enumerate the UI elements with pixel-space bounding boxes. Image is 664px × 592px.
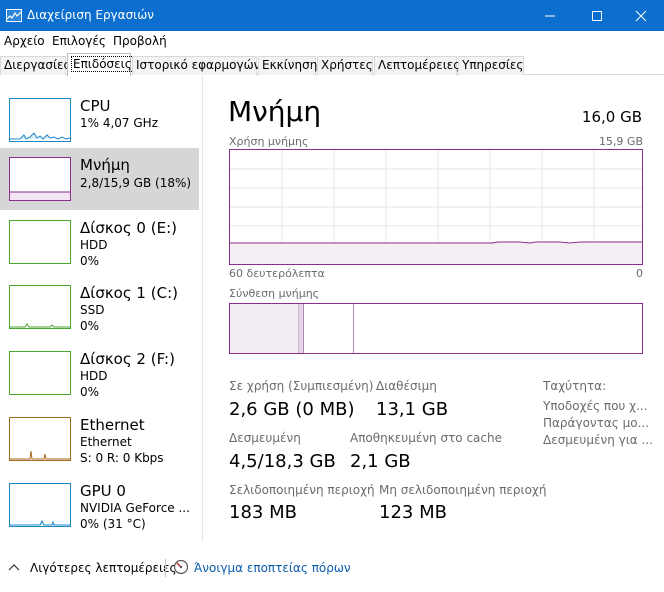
sidebar-item-usage: 0% [80,254,100,268]
sidebar-item-usage: 0% (31 °C) [80,517,146,531]
sidebar-item-ethernet[interactable]: Ethernet Ethernet S: 0 R: 0 Kbps [0,413,199,475]
cached-value: 2,1 GB [350,451,411,472]
sidebar-item-disk-2[interactable]: Δίσκος 2 (F:) HDD 0% [0,347,199,409]
task-manager-icon [6,9,22,22]
close-icon [635,10,647,22]
time-axis-right: 0 [636,267,643,280]
resource-monitor-icon[interactable] [173,559,189,575]
tab-label: Χρήστες [321,58,373,72]
resource-sidebar: CPU 1% 4,07 GHz Μνήμη 2,8/15,9 GB (18%) … [0,76,203,542]
cpu-thumbnail-graph [9,98,71,142]
memory-usage-max: 15,9 GB [598,135,643,148]
time-axis-left: 60 δευτερόλεπτα [229,267,325,280]
title-bar: Διαχείριση Εργασιών [0,0,664,31]
tab-users[interactable]: Χρήστες [317,56,373,75]
footer: Λιγότερες λεπτομέρειες Άνοιγμα εποπτείας… [0,556,664,580]
sidebar-item-title: Δίσκος 2 (F:) [80,350,175,368]
memory-composition-label: Σύνθεση μνήμης [229,287,320,300]
memory-composition-bar [229,303,643,354]
committed-value: 4,5/18,3 GB [229,451,336,472]
open-resource-monitor-link[interactable]: Άνοιγμα εποπτείας πόρων [194,561,351,575]
disk-2-thumbnail-graph [9,351,71,395]
tab-label: Εκκίνηση [262,58,318,72]
sidebar-item-detail: HDD [80,369,108,383]
tab-label: Ιστορικό εφαρμογών [136,58,261,72]
tab-label: Επιδόσεις [71,56,134,72]
tab-label: Λεπτομέρειες [378,58,461,72]
tab-label: Υπηρεσίες [462,58,524,72]
sidebar-item-title: GPU 0 [80,482,126,500]
gpu-thumbnail-graph [9,483,71,527]
chevron-up-icon[interactable] [8,562,20,572]
nonpaged-pool-value: 123 MB [379,502,447,523]
in-use-label: Σε χρήση (Συμπιεσμένη) [229,379,374,393]
paged-pool-label: Σελιδοποιημένη περιοχή [229,483,375,497]
fewer-details-link[interactable]: Λιγότερες λεπτομέρειες [30,561,177,575]
slots-used-label: Υποδοχές που χ... [543,399,648,413]
tab-performance[interactable]: Επιδόσεις [67,53,134,76]
memory-usage-label: Χρήση μνήμης [229,135,309,148]
sidebar-item-detail: 2,8/15,9 GB (18%) [80,176,192,190]
sidebar-item-usage: S: 0 R: 0 Kbps [80,451,164,465]
memory-usage-chart [230,150,642,264]
memory-usage-graph [229,149,643,265]
tab-processes[interactable]: Διεργασίες [0,56,71,75]
sidebar-item-detail: HDD [80,238,108,252]
menu-file[interactable]: Αρχείο [4,34,45,48]
composition-standby [353,304,354,353]
sidebar-item-memory[interactable]: Μνήμη 2,8/15,9 GB (18%) [0,148,199,210]
page-title: Μνήμη [228,95,322,128]
total-memory: 16,0 GB [581,108,642,126]
sidebar-item-detail: SSD [80,303,105,317]
hardware-reserved-label: Δεσμευμένη για ... [543,433,653,447]
tab-details[interactable]: Λεπτομέρειες [374,56,461,75]
sidebar-item-usage: 0% [80,385,100,399]
tab-startup[interactable]: Εκκίνηση [258,56,318,75]
window-title: Διαχείριση Εργασιών [27,8,154,22]
composition-in-use [230,304,299,353]
minimize-button[interactable] [527,0,573,31]
tab-app-history[interactable]: Ιστορικό εφαρμογών [132,56,261,75]
cached-label: Αποθηκευμένη στο cache [350,431,502,445]
sidebar-item-disk-0[interactable]: Δίσκος 0 (E:) HDD 0% [0,216,199,278]
tab-label: Διεργασίες [4,58,71,72]
close-button[interactable] [618,0,664,31]
sidebar-item-disk-1[interactable]: Δίσκος 1 (C:) SSD 0% [0,281,199,343]
sidebar-item-gpu-0[interactable]: GPU 0 NVIDIA GeForce ... 0% (31 °C) [0,479,199,541]
sidebar-item-detail: Ethernet [80,435,132,449]
minimize-icon [545,15,555,17]
tab-bar: Διεργασίες Επιδόσεις Ιστορικό εφαρμογών … [0,53,664,76]
nonpaged-pool-label: Μη σελιδοποιημένη περιοχή [379,483,547,497]
composition-modified [299,304,304,353]
ethernet-thumbnail-graph [9,417,71,461]
sidebar-item-title: Ethernet [80,416,145,434]
committed-label: Δεσμευμένη [229,431,301,445]
maximize-button[interactable] [574,0,620,31]
sidebar-item-cpu[interactable]: CPU 1% 4,07 GHz [0,94,199,156]
sidebar-item-usage: 0% [80,319,100,333]
menu-bar: Αρχείο Επιλογές Προβολή [0,31,664,52]
sidebar-item-detail: NVIDIA GeForce ... [80,501,190,515]
available-label: Διαθέσιμη [376,379,437,393]
memory-thumbnail-graph [9,157,71,201]
paged-pool-value: 183 MB [229,502,297,523]
form-factor-label: Παράγοντας μο... [543,416,650,430]
speed-label: Ταχύτητα: [543,379,607,393]
sidebar-item-title: Δίσκος 0 (E:) [80,219,177,237]
available-value: 13,1 GB [376,399,449,420]
maximize-icon [592,11,602,21]
sidebar-item-title: CPU [80,97,111,115]
sidebar-item-title: Δίσκος 1 (C:) [80,284,178,302]
sidebar-item-title: Μνήμη [80,156,130,174]
tab-services[interactable]: Υπηρεσίες [458,56,524,75]
footer-divider [165,559,166,577]
menu-options[interactable]: Επιλογές [52,34,106,48]
disk-1-thumbnail-graph [9,285,71,329]
in-use-value: 2,6 GB (0 MB) [229,399,355,420]
menu-view[interactable]: Προβολή [113,34,167,48]
sidebar-item-detail: 1% 4,07 GHz [80,116,159,130]
disk-0-thumbnail-graph [9,220,71,264]
